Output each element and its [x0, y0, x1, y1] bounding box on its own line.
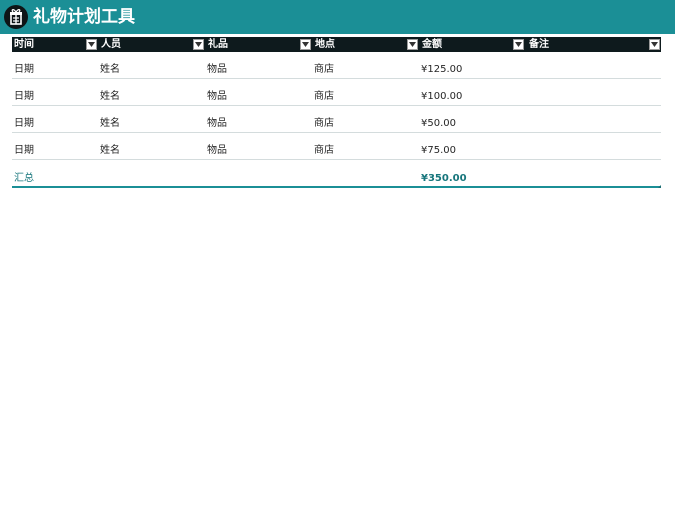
- column-header-gift[interactable]: 礼品: [206, 37, 313, 52]
- table-row[interactable]: 日期 姓名 物品 商店 ¥100.00: [12, 79, 661, 106]
- column-header-person[interactable]: 人员: [99, 37, 206, 52]
- cell-person[interactable]: 姓名: [100, 63, 120, 76]
- cell-place[interactable]: 商店: [314, 117, 334, 130]
- table-row[interactable]: 日期 姓名 物品 商店 ¥75.00: [12, 133, 661, 160]
- column-header-place[interactable]: 地点: [313, 37, 420, 52]
- column-header-time[interactable]: 时间: [12, 37, 99, 52]
- total-amount[interactable]: ¥350.00: [421, 172, 467, 185]
- column-header-label: 地点: [315, 39, 335, 50]
- table-resize-handle[interactable]: [658, 185, 661, 188]
- column-header-label: 备注: [529, 39, 549, 50]
- app-title: 礼物计划工具: [33, 7, 135, 27]
- table-row[interactable]: 日期 姓名 物品 商店 ¥50.00: [12, 106, 661, 133]
- column-header-notes[interactable]: 备注: [527, 37, 661, 52]
- table-header: 时间 人员 礼品 地点 金额 备注: [12, 37, 661, 52]
- cell-person[interactable]: 姓名: [100, 144, 120, 157]
- filter-dropdown-icon[interactable]: [86, 39, 97, 50]
- cell-place[interactable]: 商店: [314, 144, 334, 157]
- gift-table: 时间 人员 礼品 地点 金额 备注 日期 姓名 物品 商店 ¥125.00 日期…: [12, 37, 661, 188]
- gift-tag-icon: [4, 5, 28, 29]
- cell-amount[interactable]: ¥50.00: [421, 117, 456, 130]
- filter-dropdown-icon[interactable]: [407, 39, 418, 50]
- cell-time[interactable]: 日期: [14, 144, 34, 157]
- cell-place[interactable]: 商店: [314, 63, 334, 76]
- column-header-label: 礼品: [208, 39, 228, 50]
- column-header-amount[interactable]: 金额: [420, 37, 527, 52]
- total-label[interactable]: 汇总: [14, 172, 34, 185]
- filter-dropdown-icon[interactable]: [300, 39, 311, 50]
- cell-amount[interactable]: ¥75.00: [421, 144, 456, 157]
- cell-time[interactable]: 日期: [14, 63, 34, 76]
- total-row[interactable]: 汇总 ¥350.00: [12, 160, 661, 188]
- title-bar: 礼物计划工具: [0, 0, 675, 34]
- cell-person[interactable]: 姓名: [100, 117, 120, 130]
- cell-gift[interactable]: 物品: [207, 144, 227, 157]
- table-row[interactable]: 日期 姓名 物品 商店 ¥125.00: [12, 52, 661, 79]
- cell-amount[interactable]: ¥125.00: [421, 63, 462, 76]
- column-header-label: 金额: [422, 39, 442, 50]
- cell-time[interactable]: 日期: [14, 117, 34, 130]
- cell-amount[interactable]: ¥100.00: [421, 90, 462, 103]
- cell-gift[interactable]: 物品: [207, 90, 227, 103]
- column-header-label: 时间: [14, 39, 34, 50]
- column-header-label: 人员: [101, 39, 121, 50]
- filter-dropdown-icon[interactable]: [513, 39, 524, 50]
- cell-gift[interactable]: 物品: [207, 117, 227, 130]
- filter-dropdown-icon[interactable]: [649, 39, 660, 50]
- cell-person[interactable]: 姓名: [100, 90, 120, 103]
- cell-time[interactable]: 日期: [14, 90, 34, 103]
- cell-gift[interactable]: 物品: [207, 63, 227, 76]
- cell-place[interactable]: 商店: [314, 90, 334, 103]
- filter-dropdown-icon[interactable]: [193, 39, 204, 50]
